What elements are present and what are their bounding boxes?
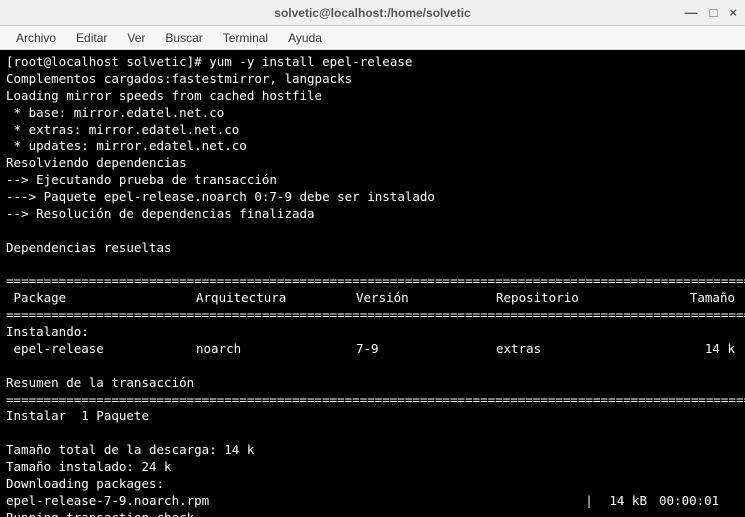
output-line: --> Ejecutando prueba de transacción xyxy=(6,172,277,187)
menu-editar[interactable]: Editar xyxy=(68,28,115,48)
output-line: * updates: mirror.edatel.net.co xyxy=(6,138,247,153)
output-line: Complementos cargados:fastestmirror, lan… xyxy=(6,71,352,86)
output-line: --> Resolución de dependencias finalizad… xyxy=(6,206,315,221)
table-divider: ========================================… xyxy=(6,273,745,288)
command: yum -y install epel-release xyxy=(209,54,412,69)
menubar: Archivo Editar Ver Buscar Terminal Ayuda xyxy=(0,26,745,50)
download-bar: | xyxy=(579,493,599,510)
table-header-row: PackageArquitecturaVersiónRepositorioTam… xyxy=(6,290,739,307)
terminal-output[interactable]: [root@localhost solvetic]# yum -y instal… xyxy=(0,50,745,517)
menu-terminal[interactable]: Terminal xyxy=(215,28,276,48)
col-version: Versión xyxy=(356,290,496,307)
menu-archivo[interactable]: Archivo xyxy=(8,28,64,48)
table-row: epel-releasenoarch7-9extras14 k xyxy=(6,341,739,358)
minimize-icon[interactable]: — xyxy=(685,6,698,19)
table-divider: ========================================… xyxy=(6,392,745,407)
cell-package: epel-release xyxy=(6,341,196,358)
col-repo: Repositorio xyxy=(496,290,636,307)
maximize-icon[interactable]: □ xyxy=(710,6,718,19)
col-arch: Arquitectura xyxy=(196,290,356,307)
window-title: solvetic@localhost:/home/solvetic xyxy=(274,6,470,20)
output-line: Tamaño instalado: 24 k xyxy=(6,459,172,474)
download-time: 00:00:01 xyxy=(659,493,739,510)
summary-header: Resumen de la transacción xyxy=(6,375,194,390)
cell-arch: noarch xyxy=(196,341,356,358)
titlebar: solvetic@localhost:/home/solvetic — □ × xyxy=(0,0,745,26)
cell-repo: extras xyxy=(496,341,636,358)
output-line: Tamaño total de la descarga: 14 k xyxy=(6,442,254,457)
download-row: epel-release-7-9.noarch.rpm|14 kB00:00:0… xyxy=(6,493,739,510)
output-line: Resolviendo dependencias xyxy=(6,155,187,170)
output-line: Running transaction check xyxy=(6,510,194,517)
cell-size: 14 k xyxy=(636,341,739,358)
output-line: Dependencias resueltas xyxy=(6,240,172,255)
menu-buscar[interactable]: Buscar xyxy=(157,28,210,48)
installing-label: Instalando: xyxy=(6,324,89,339)
output-line: * base: mirror.edatel.net.co xyxy=(6,105,224,120)
output-line: ---> Paquete epel-release.noarch 0:7-9 d… xyxy=(6,189,435,204)
cell-version: 7-9 xyxy=(356,341,496,358)
download-size: 14 kB xyxy=(599,493,659,510)
menu-ver[interactable]: Ver xyxy=(119,28,153,48)
table-divider: ========================================… xyxy=(6,307,745,322)
terminal-window: solvetic@localhost:/home/solvetic — □ × … xyxy=(0,0,745,517)
window-controls: — □ × xyxy=(685,0,737,25)
output-line: Loading mirror speeds from cached hostfi… xyxy=(6,88,322,103)
summary-line: Instalar 1 Paquete xyxy=(6,408,149,423)
close-icon[interactable]: × xyxy=(729,6,737,19)
output-line: Downloading packages: xyxy=(6,476,164,491)
prompt: [root@localhost solvetic]# xyxy=(6,54,209,69)
menu-ayuda[interactable]: Ayuda xyxy=(280,28,330,48)
download-file: epel-release-7-9.noarch.rpm xyxy=(6,493,579,510)
col-package: Package xyxy=(6,290,196,307)
output-line: * extras: mirror.edatel.net.co xyxy=(6,122,239,137)
col-size: Tamaño xyxy=(636,290,739,307)
